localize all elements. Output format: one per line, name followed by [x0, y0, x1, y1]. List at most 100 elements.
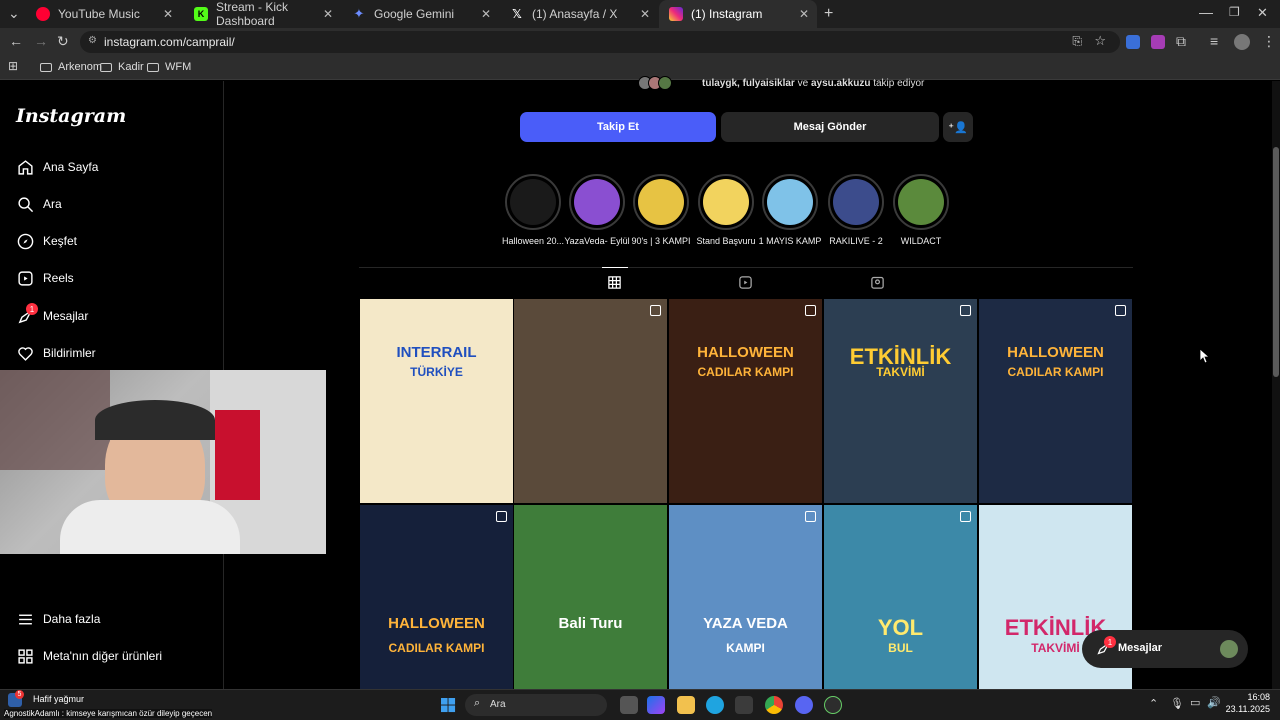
story-highlight[interactable]: 1 MAYIS KAMP — [759, 174, 821, 246]
microphone-icon[interactable]: 🎙 — [1170, 697, 1184, 710]
tab-tagged[interactable] — [870, 275, 885, 295]
messages-pill[interactable]: 1 Mesajlar — [1082, 630, 1248, 668]
browser-menu-icon[interactable]: ⋮ — [1262, 33, 1276, 50]
nav-label: Keşfet — [43, 234, 78, 248]
profile-avatar[interactable] — [1234, 34, 1250, 50]
app-icon[interactable] — [824, 696, 842, 714]
close-icon[interactable]: ✕ — [481, 7, 491, 21]
story-highlight[interactable]: YazaVeda- Eylül — [564, 174, 630, 246]
follower-suffix: takip ediyor — [873, 78, 925, 89]
instagram-logo[interactable]: Instagram — [16, 105, 126, 127]
edge-icon[interactable] — [706, 696, 724, 714]
send-message-button[interactable]: Mesaj Gönder — [721, 112, 939, 142]
reels-icon — [16, 269, 34, 287]
start-icon[interactable] — [441, 698, 456, 718]
post-thumbnail[interactable]: HALLOWEEN CADILAR KAMPI — [360, 505, 513, 709]
follow-button[interactable]: Takip Et — [520, 112, 716, 142]
highlight-ring — [505, 174, 561, 230]
minimize-button[interactable]: — — [1199, 4, 1213, 20]
site-info-icon[interactable]: ⚙ — [88, 35, 97, 46]
followed-by-text[interactable]: tulaygk, fulyaisiklar ve aysu.akkuzu tak… — [702, 78, 924, 89]
post-thumbnail[interactable]: YAZA VEDA KAMPI — [669, 505, 822, 709]
highlight-label: WILDACT — [900, 236, 942, 246]
post-subtitle: CADILAR KAMPI — [388, 641, 485, 655]
nav-explore[interactable]: Keşfet — [16, 232, 77, 250]
story-highlight[interactable]: RAKILIVE - 2 — [828, 174, 884, 246]
task-view-icon[interactable] — [620, 696, 638, 714]
post-thumbnail[interactable] — [514, 299, 667, 503]
clock-time[interactable]: 16:08 — [1226, 692, 1270, 702]
page-scrollbar[interactable] — [1272, 81, 1280, 689]
tab-google-gemini[interactable]: ✦ Google Gemini ✕ — [342, 0, 499, 28]
discord-icon[interactable] — [795, 696, 813, 714]
bookmark-kadir[interactable]: Kadir — [100, 61, 144, 73]
forward-icon[interactable]: → — [34, 33, 48, 49]
nav-reels[interactable]: Reels — [16, 269, 74, 287]
scrollbar-thumb[interactable] — [1273, 147, 1279, 377]
post-thumbnail[interactable]: INTERRAIL TÜRKİYE — [360, 299, 513, 503]
post-thumbnail[interactable]: YOL BUL — [824, 505, 977, 709]
restore-button[interactable]: ❐ — [1229, 5, 1240, 19]
volume-icon[interactable]: 🔊 — [1207, 696, 1221, 709]
url-field[interactable]: ⚙ instagram.com/camprail/ ⎘ ☆ — [80, 31, 1120, 53]
follower-names: tulaygk, fulyaisiklar — [702, 78, 795, 89]
tab-posts[interactable] — [607, 275, 622, 295]
bookmark-wfm[interactable]: WFM — [147, 61, 191, 73]
post-thumbnail[interactable]: ETKİNLİK TAKVİMİ — [824, 299, 977, 503]
clock-date[interactable]: 23.11.2025 — [1220, 704, 1270, 714]
story-highlight[interactable]: WILDACT — [893, 174, 949, 246]
extension-icon[interactable] — [1151, 35, 1165, 49]
new-tab-button[interactable]: + — [824, 5, 833, 23]
story-highlight[interactable]: Halloween 20... — [502, 174, 564, 246]
tab-x[interactable]: 𝕏 (1) Anasayfa / X ✕ — [500, 0, 658, 28]
nav-notifications[interactable]: Bildirimler — [16, 344, 96, 362]
chrome-icon[interactable] — [765, 696, 783, 714]
store-icon[interactable] — [735, 696, 753, 714]
file-explorer-icon[interactable] — [677, 696, 695, 714]
nav-home[interactable]: Ana Sayfa — [16, 158, 98, 176]
translate-extension-icon[interactable] — [1126, 35, 1140, 49]
instagram-icon — [669, 7, 683, 21]
post-thumbnail[interactable]: HALLOWEEN CADILAR KAMPI — [669, 299, 822, 503]
suggest-people-button[interactable]: ⁺👤 — [943, 112, 973, 142]
story-highlight[interactable]: Stand Başvuru — [696, 174, 756, 246]
bookmark-star-icon[interactable]: ☆ — [1094, 33, 1106, 49]
tab-kick-dashboard[interactable]: K Stream - Kick Dashboard ✕ — [184, 0, 341, 28]
post-thumbnail[interactable]: Bali Turu — [514, 505, 667, 709]
apps-grid-icon[interactable]: ⊞ — [8, 59, 18, 73]
install-icon[interactable]: ⎘ — [1072, 34, 1082, 49]
story-highlight[interactable]: 90's | 3 KAMPI — [631, 174, 691, 246]
tab-reels[interactable] — [738, 275, 753, 295]
tab-title: Stream - Kick Dashboard — [216, 0, 289, 28]
network-icon[interactable]: ▭ — [1190, 696, 1200, 709]
nav-more[interactable]: Daha fazla — [16, 610, 100, 628]
notification-badge: 1 — [1104, 636, 1116, 648]
close-icon[interactable]: ✕ — [640, 7, 650, 21]
windows-taskbar: 5 Hafif yağmur AgnostikAdamlı : kimseye … — [0, 689, 1280, 720]
nav-messages[interactable]: 1 Mesajlar — [16, 303, 88, 325]
tab-search-icon[interactable]: ⌄ — [8, 5, 20, 22]
follower-avatar — [658, 76, 672, 90]
taskbar-search[interactable]: ⌕ Ara — [465, 694, 607, 716]
copilot-icon[interactable] — [647, 696, 665, 714]
nav-meta-products[interactable]: Meta'nın diğer ürünleri — [16, 647, 162, 665]
post-thumbnail[interactable]: ETKİNLİK TAKVİMİ — [979, 505, 1132, 709]
reading-list-icon[interactable]: ≡ — [1210, 33, 1218, 49]
bookmark-arkenom[interactable]: Arkenom — [40, 61, 102, 73]
weather-text[interactable]: Hafif yağmur — [33, 694, 84, 704]
tray-chevron-icon[interactable]: ⌃ — [1149, 697, 1158, 710]
tab-youtube-music[interactable]: YouTube Music ✕ — [26, 0, 181, 28]
close-icon[interactable]: ✕ — [323, 7, 333, 21]
window-close-button[interactable]: ✕ — [1257, 5, 1268, 21]
back-icon[interactable]: ← — [9, 33, 23, 49]
tab-instagram[interactable]: (1) Instagram ✕ — [659, 0, 817, 28]
reload-icon[interactable]: ↻ — [57, 33, 69, 50]
close-icon[interactable]: ✕ — [163, 7, 173, 21]
nav-search[interactable]: Ara — [16, 195, 62, 213]
post-thumbnail[interactable]: HALLOWEEN CADILAR KAMPI — [979, 299, 1132, 503]
extensions-puzzle-icon[interactable]: ⧉ — [1176, 33, 1186, 50]
close-icon[interactable]: ✕ — [799, 7, 809, 21]
post-title: INTERRAIL — [396, 344, 477, 361]
post-subtitle: TAKVİMİ — [876, 365, 925, 379]
nav-label: Reels — [43, 271, 74, 285]
